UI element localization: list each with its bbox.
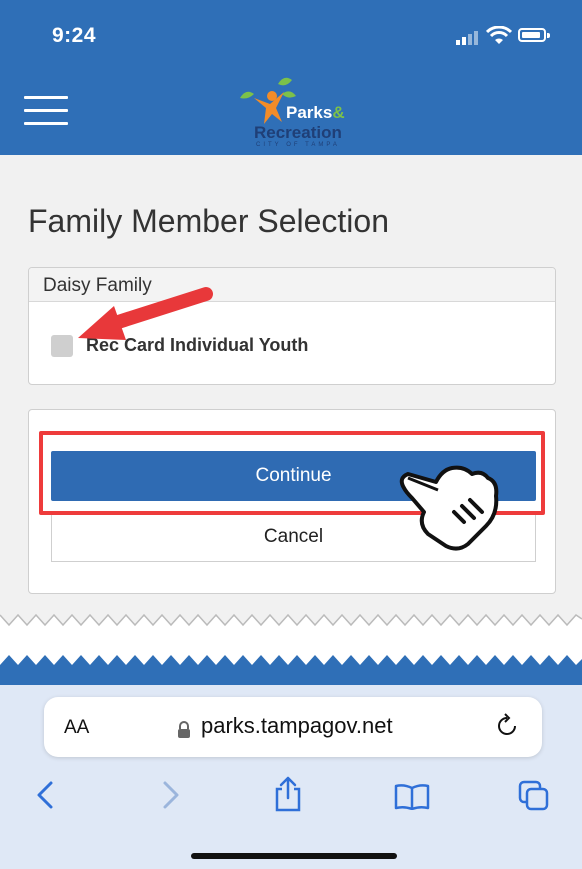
logo-tagline: CITY OF TAMPA [256, 142, 340, 148]
lock-icon [178, 721, 190, 738]
torn-paper-divider [0, 597, 582, 693]
red-arrow-annotation [78, 287, 213, 340]
signal-icon [456, 31, 478, 45]
tabs-icon[interactable] [518, 780, 550, 812]
home-indicator [191, 853, 397, 859]
hamburger-menu-icon[interactable] [24, 96, 68, 126]
reload-icon[interactable] [496, 712, 520, 738]
battery-icon [518, 28, 546, 42]
logo-text-parks: Parks& [286, 103, 345, 122]
text-size-button[interactable]: AA [64, 717, 89, 739]
back-icon[interactable] [36, 780, 54, 810]
page-title: Family Member Selection [28, 203, 389, 239]
battery-tip [547, 33, 550, 38]
share-icon[interactable] [274, 776, 302, 812]
logo-text-recreation: Recreation [254, 123, 342, 142]
status-time: 9:24 [52, 24, 97, 47]
forward-icon[interactable] [162, 780, 180, 810]
bookmarks-icon[interactable] [394, 784, 430, 810]
wifi-icon [486, 26, 512, 44]
pointing-hand-icon [399, 465, 499, 551]
url-text[interactable]: parks.tampagov.net [201, 713, 393, 739]
